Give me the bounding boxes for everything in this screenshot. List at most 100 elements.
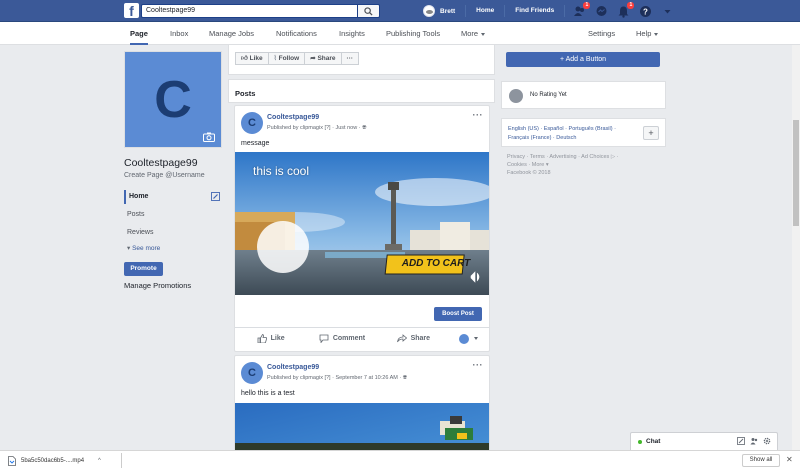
add-language-button[interactable]: + — [643, 126, 659, 140]
tab-more[interactable]: More — [461, 22, 486, 45]
edit-icon[interactable] — [211, 192, 220, 201]
share-page-button[interactable]: ➦ Share — [304, 52, 342, 65]
help-label: Help — [636, 29, 652, 38]
left-nav-home[interactable]: Home — [124, 190, 222, 204]
promote-button[interactable]: Promote — [124, 262, 163, 276]
language-links[interactable]: English (US) · Español · Português (Bras… — [508, 125, 633, 143]
account-menu-icon[interactable] — [661, 5, 674, 18]
comment-button[interactable]: Comment — [306, 334, 377, 343]
file-icon — [8, 455, 16, 466]
share-label: Share — [410, 335, 431, 342]
post-as-selector[interactable] — [449, 333, 489, 344]
post-avatar[interactable]: C — [241, 362, 263, 384]
post-text: hello this is a test — [241, 390, 295, 397]
post-text: message — [241, 140, 270, 147]
thumbs-up-icon: 👍︎ — [241, 55, 250, 62]
page-title[interactable]: Cooltestpage99 — [124, 157, 198, 169]
post-video[interactable]: this is cool ADD TO CART — [235, 152, 489, 295]
posts-header: Posts — [228, 79, 495, 103]
tab-more-label: More — [461, 29, 479, 38]
tab-manage-jobs[interactable]: Manage Jobs — [209, 22, 254, 45]
divider — [121, 453, 122, 468]
friend-requests-icon[interactable]: 1 — [573, 1, 591, 18]
language-box: English (US) · Español · Português (Bras… — [501, 118, 666, 147]
chevron-down-icon — [474, 337, 479, 340]
add-a-button[interactable]: + Add a Button — [506, 52, 660, 67]
chevron-up-icon[interactable]: ^ — [98, 458, 101, 464]
tab-notifications[interactable]: Notifications — [276, 22, 317, 45]
profile-letter: C — [154, 71, 192, 129]
tab-publishing-tools[interactable]: Publishing Tools — [386, 22, 440, 45]
like-button[interactable]: Like — [235, 334, 306, 343]
posts-title: Posts — [235, 89, 256, 98]
scrollbar-thumb[interactable] — [793, 120, 799, 226]
add-to-cart-button[interactable]: ADD TO CART — [398, 258, 474, 269]
post-author[interactable]: Cooltestpage99 — [267, 114, 319, 121]
see-more-link[interactable]: ▾ See more — [124, 244, 222, 252]
chat-label: Chat — [646, 438, 661, 445]
post-avatar[interactable]: C — [241, 112, 263, 134]
download-item[interactable]: 5ba5c50dac6b5-....mp4 ^ — [8, 454, 101, 467]
post-meta: Published by clipmagix [?] · Just now · … — [267, 125, 366, 132]
help-icon[interactable]: ? — [639, 5, 652, 18]
facebook-logo-icon[interactable]: f — [124, 3, 139, 18]
friend-requests-badge: 1 — [583, 1, 591, 9]
show-all-button[interactable]: Show all — [742, 454, 780, 467]
page-profile-picture[interactable]: C — [124, 51, 222, 148]
share-button[interactable]: Share — [378, 334, 449, 343]
like-page-button[interactable]: 👍︎ Like — [235, 52, 269, 65]
boost-post-button[interactable]: Boost Post — [434, 307, 482, 321]
avatar — [459, 333, 470, 344]
profile-link[interactable]: Brett — [423, 5, 467, 17]
chat-bar[interactable]: Chat — [630, 432, 778, 450]
footer-line-2[interactable]: Cookies · More ▾ — [507, 161, 657, 169]
left-nav-posts[interactable]: Posts — [124, 208, 222, 226]
tab-page[interactable]: Page — [130, 22, 148, 45]
home-link[interactable]: Home — [466, 5, 506, 17]
post-image[interactable] — [235, 403, 489, 454]
messenger-icon[interactable] — [595, 5, 608, 18]
profile-name: Brett — [440, 7, 456, 15]
search-input[interactable]: Cooltestpage99 — [141, 4, 358, 18]
footer-links: Privacy · Terms · Advertising · Ad Choic… — [507, 153, 657, 177]
manage-promotions-link[interactable]: Manage Promotions — [124, 281, 191, 290]
help-menu[interactable]: Help — [636, 22, 659, 45]
video-overlay-text: this is cool — [253, 164, 310, 178]
thumbs-up-icon — [257, 334, 267, 343]
left-nav: Home Posts Reviews ▾ See more — [124, 190, 222, 252]
left-nav-reviews[interactable]: Reviews — [124, 226, 222, 244]
compose-icon[interactable] — [737, 437, 745, 445]
post-image-thumbnail — [235, 403, 489, 454]
gear-icon[interactable] — [763, 437, 771, 445]
create-username-link[interactable]: Create Page @Username — [124, 172, 205, 179]
share-label: Share — [317, 55, 336, 62]
camera-icon[interactable] — [203, 132, 215, 142]
download-bar: 5ba5c50dac6b5-....mp4 ^ Show all ✕ — [0, 450, 800, 469]
top-nav: Brett Home Find Friends 1 1 ? — [423, 0, 683, 22]
settings-link[interactable]: Settings — [588, 22, 615, 45]
rating-text: No Rating Yet — [530, 92, 567, 98]
follow-button[interactable]: ⌇ Follow — [267, 52, 306, 65]
tab-insights[interactable]: Insights — [339, 22, 365, 45]
page-nav: Page Inbox Manage Jobs Notifications Ins… — [0, 22, 800, 45]
post-options-button[interactable]: ··· — [473, 360, 484, 370]
footer-line-1[interactable]: Privacy · Terms · Advertising · Ad Choic… — [507, 153, 657, 161]
search-button[interactable] — [358, 4, 380, 18]
language-line-1[interactable]: English (US) · Español · Português (Bras… — [508, 125, 633, 134]
copyright: Facebook © 2018 — [507, 170, 551, 176]
scrollbar-track[interactable] — [792, 45, 800, 454]
post-author[interactable]: Cooltestpage99 — [267, 364, 319, 371]
comment-label: Comment — [332, 335, 366, 342]
group-icon[interactable] — [750, 437, 758, 445]
close-icon[interactable]: ✕ — [786, 455, 793, 464]
find-friends-link[interactable]: Find Friends — [505, 5, 566, 17]
search-icon — [364, 7, 373, 16]
post-options-button[interactable]: ··· — [473, 110, 484, 120]
online-status-icon — [638, 440, 642, 444]
language-line-2[interactable]: Français (France) · Deutsch — [508, 134, 633, 143]
notifications-icon[interactable]: 1 — [617, 1, 635, 18]
tab-inbox[interactable]: Inbox — [170, 22, 188, 45]
post-actions: Like Comment Share — [235, 327, 489, 349]
more-actions-button[interactable]: ··· — [340, 52, 360, 65]
download-filename: 5ba5c50dac6b5-....mp4 — [21, 457, 85, 464]
